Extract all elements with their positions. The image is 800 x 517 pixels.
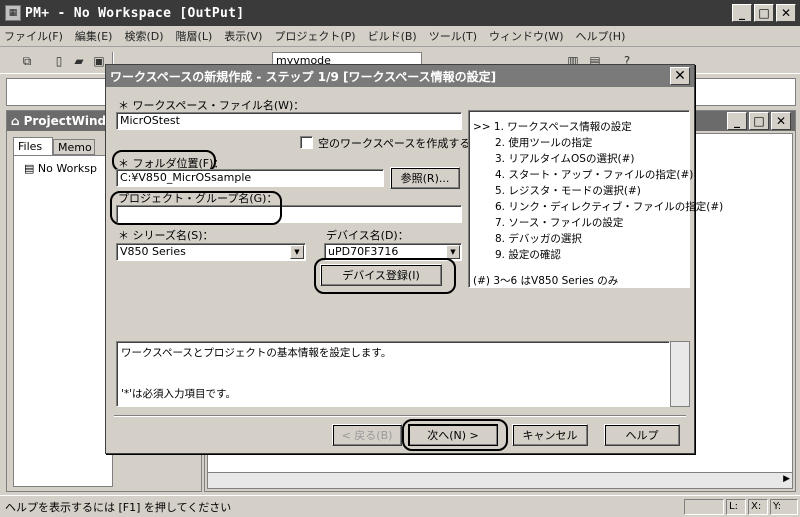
project-icon: ⌂ [11, 114, 20, 128]
folder-location-input[interactable]: C:¥V850_MicrOSsample [116, 169, 384, 187]
menu-build[interactable]: ビルド(B) [368, 28, 417, 44]
status-x: X: [748, 498, 768, 515]
description-scrollbar[interactable] [670, 341, 690, 407]
description-line: ワークスペースとプロジェクトの基本情報を設定します。 [121, 347, 392, 359]
menu-search[interactable]: 検索(D) [124, 28, 163, 44]
empty-workspace-checkbox[interactable] [300, 136, 313, 149]
minimize-button[interactable]: _ [732, 4, 752, 22]
status-line: L: [726, 498, 746, 515]
dialog-titlebar: ワークスペースの新規作成 - ステップ 1/9 [ワークスペース情報の設定] [106, 65, 694, 87]
button-separator [114, 415, 686, 417]
open-workspace-icon[interactable]: ⧉ [18, 52, 36, 70]
empty-workspace-label: 空のワークスペースを作成する(E) [318, 137, 486, 150]
horizontal-scrollbar[interactable]: ▶ [208, 472, 792, 488]
status-bar: ヘルプを表示するには [F1] を押してください L: X: Y: [0, 495, 800, 517]
scroll-right-icon[interactable]: ▶ [783, 474, 790, 484]
step-item: 5. レジスタ・モードの選択(#) [495, 185, 641, 197]
dialog-title: ワークスペースの新規作成 - ステップ 1/9 [ワークスペース情報の設定] [110, 69, 497, 84]
next-button[interactable]: 次へ(N) > [408, 424, 498, 446]
back-button[interactable]: < 戻る(B) [332, 424, 402, 446]
editor-minimize-button[interactable]: _ [727, 112, 747, 130]
step-item: 7. ソース・ファイルの設定 [495, 217, 624, 229]
steps-note: (#) 3～6 はV850 Series のみ [473, 275, 619, 287]
menu-tools[interactable]: ツール(T) [429, 28, 477, 44]
maximize-button[interactable]: □ [754, 4, 774, 22]
status-message: ヘルプを表示するには [F1] を押してください [5, 500, 232, 514]
menu-help[interactable]: ヘルプ(H) [576, 28, 626, 44]
step-item: 2. 使用ツールの指定 [495, 137, 593, 149]
close-button[interactable]: ✕ [776, 4, 796, 22]
description-box: ワークスペースとプロジェクトの基本情報を設定します。 '*'は必須入力項目です。 [116, 341, 670, 407]
cancel-button[interactable]: キャンセル [512, 424, 588, 446]
project-tree: ▤ No Worksp [13, 155, 113, 487]
menu-hierarchy[interactable]: 階層(L) [176, 28, 213, 44]
status-y: Y: [770, 498, 798, 515]
editor-maximize-button[interactable]: □ [749, 112, 769, 130]
status-cell [684, 498, 724, 515]
series-name-select[interactable]: V850 Series ▼ [116, 243, 306, 261]
project-window-title: ProjectWindo [23, 114, 115, 128]
new-workspace-dialog: ワークスペースの新規作成 - ステップ 1/9 [ワークスペース情報の設定] ✕… [105, 64, 724, 454]
step-item: >> 1. ワークスペース情報の設定 [473, 121, 632, 133]
menu-edit[interactable]: 編集(E) [75, 28, 113, 44]
menu-view[interactable]: 表示(V) [224, 28, 262, 44]
step-item: 9. 設定の確認 [495, 249, 561, 261]
menu-window[interactable]: ウィンドウ(W) [489, 28, 563, 44]
browse-button[interactable]: 参照(R)... [390, 167, 460, 189]
step-item: 8. デバッガの選択 [495, 233, 582, 245]
help-button[interactable]: ヘルプ [604, 424, 680, 446]
highlight-oval-group [110, 191, 282, 225]
menu-bar: ファイル(F) 編集(E) 検索(D) 階層(L) 表示(V) プロジェクト(P… [0, 26, 800, 47]
step-item: 3. リアルタイムOSの選択(#) [495, 153, 635, 165]
menu-file[interactable]: ファイル(F) [4, 28, 63, 44]
tree-item-label: No Worksp [37, 162, 97, 175]
open-file-icon[interactable]: ▰ [70, 52, 88, 70]
tree-item[interactable]: ▤ No Worksp [24, 162, 97, 175]
tab-files[interactable]: Files [13, 137, 53, 155]
step-item: 6. リンク・ディレクティブ・ファイルの指定(#) [495, 201, 724, 213]
app-icon: ▦ [5, 5, 21, 21]
series-dropdown-icon[interactable]: ▼ [290, 245, 304, 259]
workspace-icon: ▤ [24, 162, 35, 175]
description-line: '*'は必須入力項目です。 [121, 388, 236, 400]
device-dropdown-icon[interactable]: ▼ [446, 245, 460, 259]
workspace-name-input[interactable]: MicrOStest [116, 112, 462, 130]
device-register-button[interactable]: デバイス登録(I) [320, 264, 442, 286]
dialog-close-button[interactable]: ✕ [670, 67, 690, 85]
editor-close-button[interactable]: ✕ [771, 112, 791, 130]
window-titlebar: ▦ PM+ - No Workspace [OutPut] _ □ ✕ [0, 0, 800, 26]
new-file-icon[interactable]: ▯ [50, 52, 68, 70]
steps-list: >> 1. ワークスペース情報の設定 2. 使用ツールの指定 3. リアルタイム… [468, 110, 724, 288]
series-name-label: ＊ シリーズ名(S)： [118, 229, 214, 242]
device-name-label: デバイス名(D)： [326, 229, 409, 242]
series-name-value: V850 Series [120, 245, 186, 258]
window-title: PM+ - No Workspace [OutPut] [25, 5, 245, 21]
workspace-name-label: ＊ ワークスペース・ファイル名(W)： [118, 99, 305, 112]
device-name-value: uPD70F3716 [328, 245, 399, 258]
tab-memo[interactable]: Memo [53, 139, 95, 155]
step-item: 4. スタート・アップ・ファイルの指定(#) [495, 169, 694, 181]
menu-project[interactable]: プロジェクト(P) [274, 28, 355, 44]
